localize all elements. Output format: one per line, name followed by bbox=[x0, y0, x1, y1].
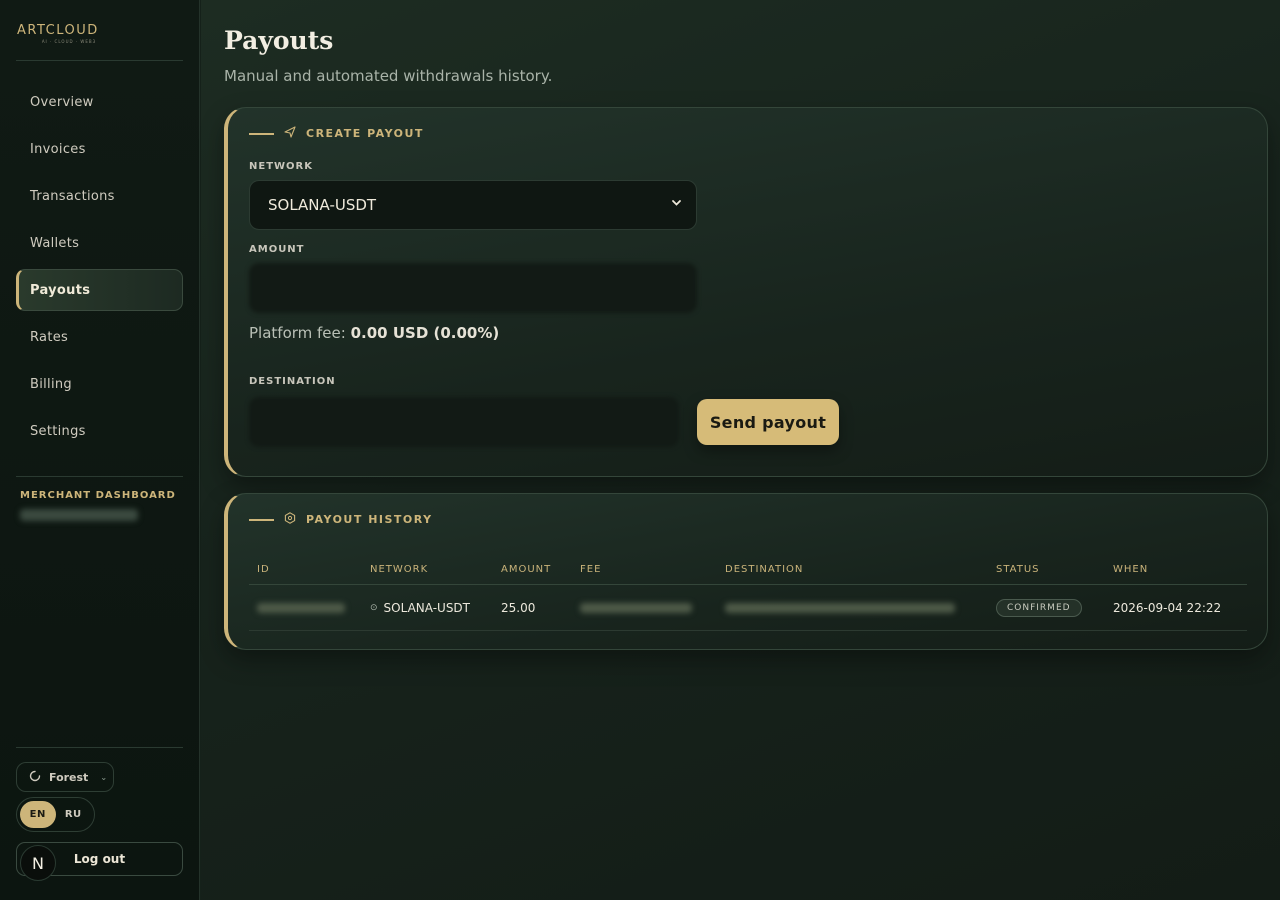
network-label: NETWORK bbox=[249, 161, 314, 172]
brand-logo[interactable]: ARTCLOUD AI · CLOUD · WEB3 bbox=[17, 23, 121, 45]
sidebar-item-overview[interactable]: Overview bbox=[16, 81, 183, 123]
destination-label: DESTINATION bbox=[249, 376, 336, 387]
create-payout-heading: CREATE PAYOUT bbox=[249, 126, 424, 141]
brand-tagline: AI · CLOUD · WEB3 bbox=[41, 39, 97, 44]
create-payout-title: CREATE PAYOUT bbox=[306, 127, 424, 140]
destination-input[interactable] bbox=[249, 397, 679, 447]
row-amount: 25.00 bbox=[501, 600, 536, 615]
row-when: 2026-09-04 22:22 bbox=[1113, 600, 1222, 615]
send-payout-button[interactable]: Send payout bbox=[697, 399, 839, 445]
hexagon-icon bbox=[284, 512, 296, 527]
theme-spinner-icon bbox=[29, 770, 41, 785]
column-header-id: ID bbox=[257, 563, 270, 575]
sidebar-nav: Overview Invoices Transactions Wallets P… bbox=[16, 81, 183, 457]
sidebar-item-billing[interactable]: Billing bbox=[16, 363, 183, 405]
network-select[interactable]: SOLANA-USDT bbox=[249, 180, 697, 230]
network-icon: ⊙ bbox=[370, 602, 378, 613]
sidebar-item-settings[interactable]: Settings bbox=[16, 410, 183, 452]
page-title: Payouts bbox=[224, 26, 334, 55]
heading-accent-line bbox=[249, 132, 274, 135]
row-status: CONFIRMED bbox=[996, 585, 1082, 630]
payout-history-card: PAYOUT HISTORY ID NETWORK AMOUNT FEE DES… bbox=[224, 493, 1268, 650]
main-content: Payouts Manual and automated withdrawals… bbox=[201, 0, 1280, 900]
sidebar-item-transactions[interactable]: Transactions bbox=[16, 175, 183, 217]
theme-label: Forest bbox=[49, 770, 89, 784]
create-payout-card: CREATE PAYOUT NETWORK SOLANA-USDT AMOUNT… bbox=[224, 107, 1268, 477]
payout-history-title: PAYOUT HISTORY bbox=[306, 513, 433, 526]
amount-input[interactable] bbox=[249, 263, 697, 313]
sidebar: ARTCLOUD AI · CLOUD · WEB3 Overview Invo… bbox=[0, 0, 200, 900]
lang-en-button[interactable]: EN bbox=[20, 801, 56, 828]
sidebar-divider bbox=[16, 747, 183, 748]
merchant-dashboard-label: MERCHANT DASHBOARD bbox=[20, 490, 176, 501]
send-icon bbox=[284, 126, 296, 141]
payout-history-table: ID NETWORK AMOUNT FEE DESTINATION STATUS… bbox=[249, 554, 1247, 631]
amount-label: AMOUNT bbox=[249, 244, 305, 255]
row-fee-redacted bbox=[580, 585, 692, 630]
theme-selector[interactable]: Forest ⌄ bbox=[16, 762, 114, 792]
brand-logo-text: ARTCLOUD bbox=[17, 23, 99, 38]
network-select-value: SOLANA-USDT bbox=[268, 196, 377, 214]
sidebar-item-wallets[interactable]: Wallets bbox=[16, 222, 183, 264]
sidebar-item-payouts[interactable]: Payouts bbox=[16, 269, 183, 311]
payout-history-heading: PAYOUT HISTORY bbox=[249, 512, 433, 527]
platform-fee-label: Platform fee: bbox=[249, 324, 346, 342]
sidebar-item-rates[interactable]: Rates bbox=[16, 316, 183, 358]
column-header-destination: DESTINATION bbox=[725, 563, 804, 575]
payout-id-redacted bbox=[257, 585, 345, 630]
chevron-down-icon bbox=[671, 197, 682, 211]
column-header-when: WHEN bbox=[1113, 563, 1149, 575]
language-switch: EN RU bbox=[16, 797, 95, 832]
row-destination-redacted bbox=[725, 585, 955, 630]
chevron-down-icon: ⌄ bbox=[100, 772, 108, 782]
column-header-amount: AMOUNT bbox=[501, 563, 552, 575]
column-header-network: NETWORK bbox=[370, 563, 429, 575]
user-avatar-badge[interactable]: N bbox=[20, 845, 56, 881]
sidebar-divider bbox=[16, 60, 183, 61]
merchant-email-redacted bbox=[20, 509, 138, 521]
row-network-value: SOLANA-USDT bbox=[383, 600, 471, 615]
column-header-status: STATUS bbox=[996, 563, 1040, 575]
platform-fee: Platform fee: 0.00 USD (0.00%) bbox=[249, 324, 499, 342]
sidebar-item-invoices[interactable]: Invoices bbox=[16, 128, 183, 170]
lang-ru-button[interactable]: RU bbox=[56, 801, 92, 828]
table-row[interactable]: ⊙ SOLANA-USDT 25.00 CONFIRMED 2026-09-04… bbox=[249, 585, 1247, 631]
sidebar-divider bbox=[16, 476, 183, 477]
page-subtitle: Manual and automated withdrawals history… bbox=[224, 67, 553, 85]
column-header-fee: FEE bbox=[580, 563, 602, 575]
platform-fee-value: 0.00 USD (0.00%) bbox=[350, 324, 500, 342]
row-network: ⊙ SOLANA-USDT bbox=[370, 585, 470, 630]
heading-accent-line bbox=[249, 518, 274, 521]
status-badge: CONFIRMED bbox=[996, 598, 1082, 617]
table-header: ID NETWORK AMOUNT FEE DESTINATION STATUS… bbox=[249, 554, 1247, 585]
